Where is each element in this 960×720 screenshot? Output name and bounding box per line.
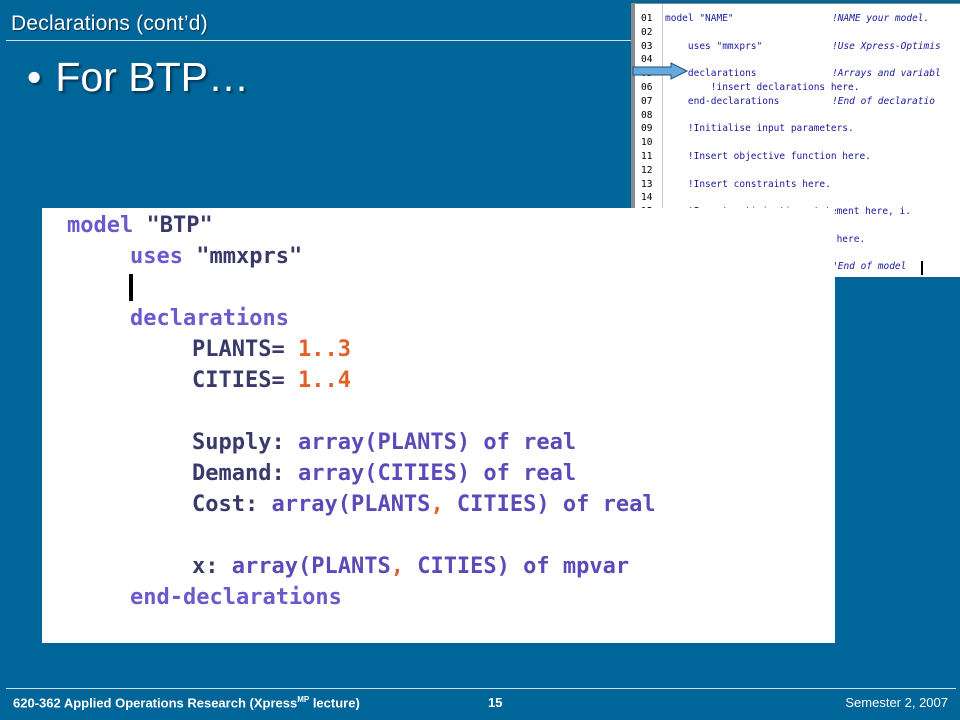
footer-divider [6, 688, 956, 689]
code-line-cities: CITIES= 1..4 [192, 368, 351, 393]
line-number: 01 [641, 13, 653, 24]
line-code: model "NAME" [665, 13, 734, 24]
code-line-declarations: declarations [130, 306, 289, 331]
page-number: 15 [488, 695, 503, 710]
text-cursor [921, 261, 923, 275]
line-number: 03 [641, 40, 653, 52]
line-code: end-declarations [665, 95, 780, 107]
code-line-model: model "BTP" [67, 213, 213, 238]
footer-course: 620-362 Applied Operations Research (Xpr… [13, 695, 360, 711]
bullet-marker: • [27, 54, 42, 100]
line-number: 02 [641, 26, 653, 38]
code-line-cost: Cost: array(PLANTS, CITIES) of real [192, 492, 656, 517]
template-line: 11 !Insert objective function here. [635, 150, 960, 164]
code-line-supply: Supply: array(PLANTS) of real [192, 430, 577, 455]
line-number: 08 [641, 109, 653, 121]
title-divider [6, 40, 632, 41]
code-line-uses: uses "mmxprs" [130, 244, 303, 269]
line-number: 13 [641, 178, 653, 190]
btp-code-screenshot: model "BTP" uses "mmxprs" declarations P… [42, 208, 835, 643]
line-number: 12 [641, 164, 653, 176]
code-line-demand: Demand: array(CITIES) of real [192, 461, 577, 486]
slide-title: Declarations (cont’d) [11, 12, 208, 35]
line-code: !Insert objective function here. [665, 151, 871, 162]
line-number: 09 [641, 123, 653, 135]
line-number: 10 [641, 137, 653, 149]
template-line: 12 [635, 164, 960, 178]
template-line: 01 model "NAME" !NAME your model. [635, 12, 960, 26]
arrow-icon [632, 62, 689, 80]
line-comment: !End of model [832, 261, 907, 273]
code-line-plants: PLANTS= 1..3 [192, 337, 351, 362]
template-line: 10 [635, 136, 960, 150]
line-number: 11 [641, 151, 653, 162]
bullet-point: • For BTP… [27, 54, 249, 101]
line-comment: !NAME your model. [832, 13, 930, 24]
line-comment: !End of declaratio [832, 95, 935, 107]
line-code: uses "mmxprs" [665, 40, 763, 52]
line-comment: !Use Xpress-Optimis [832, 40, 941, 52]
code-line-x: x: array(PLANTS, CITIES) of mpvar [192, 554, 630, 579]
line-code: !Initialise input parameters. [665, 123, 854, 135]
line-number: 14 [641, 192, 653, 204]
line-code: !Insert constraints here. [665, 178, 831, 190]
line-comment: !Arrays and variabl [832, 68, 941, 80]
code-line-end-declarations: end-declarations [130, 585, 342, 610]
line-code: !insert declarations here. [665, 82, 860, 93]
bullet-text: For BTP… [55, 54, 249, 100]
template-line: 03 uses "mmxprs" !Use Xpress-Optimis [635, 40, 960, 54]
text-cursor [129, 274, 133, 301]
template-line: 07 end-declarations !End of declaratio [635, 95, 960, 109]
template-line: 14 [635, 191, 960, 205]
line-number: 06 [641, 82, 653, 93]
template-line: 06 !insert declarations here. [635, 81, 960, 95]
footer-semester: Semester 2, 2007 [845, 695, 948, 710]
template-line: 08 [635, 109, 960, 123]
template-line: 02 [635, 26, 960, 40]
line-number: 07 [641, 95, 653, 107]
template-line: 09 !Initialise input parameters. [635, 122, 960, 136]
template-line: 13 !Insert constraints here. [635, 178, 960, 192]
